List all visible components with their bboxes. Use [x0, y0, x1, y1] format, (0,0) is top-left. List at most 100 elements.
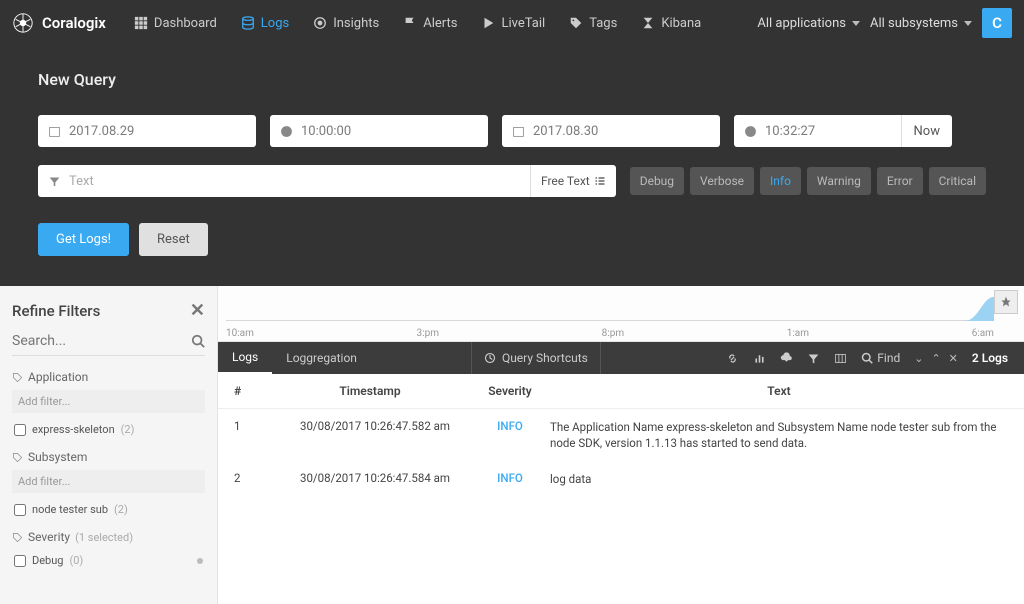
nav-dashboard[interactable]: Dashboard: [124, 10, 227, 37]
log-row[interactable]: 2 30/08/2017 10:26:47.584 am INFO log da…: [218, 461, 1024, 497]
query-title: New Query: [38, 70, 986, 89]
filter-checkbox[interactable]: [14, 504, 26, 516]
severity-filters: Debug Verbose Info Warning Error Critica…: [630, 167, 986, 195]
timeline-spike: [964, 297, 994, 321]
chevron-down-icon[interactable]: ⌄: [914, 352, 923, 365]
nav-insights[interactable]: Insights: [303, 10, 389, 37]
tag-icon: [12, 372, 23, 383]
nav-arrows[interactable]: ⌄ ⌃ ✕: [914, 352, 958, 365]
freetext-toggle[interactable]: Free Text: [530, 165, 616, 197]
stack-icon: [241, 16, 255, 30]
get-logs-button[interactable]: Get Logs!: [38, 223, 129, 256]
now-button[interactable]: Now: [901, 115, 952, 147]
section-subsystem[interactable]: Subsystem: [12, 450, 205, 464]
pin-button[interactable]: [994, 290, 1018, 314]
nav-kibana[interactable]: Kibana: [631, 10, 711, 37]
columns-tool[interactable]: [834, 352, 847, 365]
col-text: Text: [550, 384, 1008, 398]
clock-icon: [280, 125, 293, 138]
filter-icon: [48, 175, 61, 188]
user-avatar[interactable]: C: [982, 8, 1012, 38]
status-dot-icon: [197, 558, 203, 564]
time-end-input[interactable]: 10:32:27: [734, 115, 901, 147]
flag-icon: [403, 16, 417, 30]
filter-express-skeleton[interactable]: express-skeleton (2): [12, 419, 205, 440]
add-filter-subsystem[interactable]: Add filter...: [12, 470, 205, 493]
filter-debug[interactable]: Debug (0): [12, 550, 205, 571]
play-icon: [481, 16, 495, 30]
pin-icon: [1000, 296, 1012, 308]
cloud-download-icon: [780, 352, 793, 365]
tag-icon: [12, 532, 23, 543]
clock-icon: [744, 125, 757, 138]
sev-warning[interactable]: Warning: [807, 167, 871, 195]
caret-down-icon: [852, 21, 860, 26]
reset-button[interactable]: Reset: [139, 223, 208, 256]
apps-dropdown[interactable]: All applications: [757, 16, 860, 31]
grid-icon: [134, 16, 148, 30]
chart-tool[interactable]: [753, 352, 766, 365]
sev-critical[interactable]: Critical: [929, 167, 986, 195]
col-timestamp: Timestamp: [270, 384, 470, 398]
search-icon: [861, 352, 873, 364]
sidebar-search[interactable]: [12, 333, 205, 356]
sev-info[interactable]: Info: [760, 167, 801, 195]
chevron-up-icon[interactable]: ⌃: [931, 352, 940, 365]
time-start-input[interactable]: 10:00:00: [270, 115, 488, 147]
nav-alerts[interactable]: Alerts: [393, 10, 467, 37]
query-shortcuts-button[interactable]: Query Shortcuts: [471, 342, 601, 374]
caret-down-icon: [964, 21, 972, 26]
timeline-baseline: [226, 320, 994, 321]
timeline-ticks: 10:am 3:pm 8:pm 1:am 6:am: [226, 328, 994, 339]
col-index: #: [234, 384, 270, 398]
sev-error[interactable]: Error: [877, 167, 923, 195]
list-icon: [594, 175, 606, 187]
sidebar-search-input[interactable]: [12, 333, 162, 349]
sidebar-title: Refine Filters: [12, 302, 100, 320]
date-start-input[interactable]: 2017.08.29: [38, 115, 256, 147]
timeline[interactable]: 10:am 3:pm 8:pm 1:am 6:am: [218, 286, 1024, 342]
text-search-input[interactable]: Text: [38, 165, 530, 197]
calendar-icon: [48, 125, 61, 138]
brand[interactable]: Coralogix: [12, 12, 106, 34]
results-tabbar: Logs Loggregation Query Shortcuts Find ⌄: [218, 342, 1024, 374]
close-small-icon[interactable]: ✕: [949, 352, 958, 365]
log-row[interactable]: 1 30/08/2017 10:26:47.582 am INFO The Ap…: [218, 409, 1024, 461]
link-icon: [726, 352, 739, 365]
tab-logs[interactable]: Logs: [218, 342, 272, 374]
nav-links: Dashboard Logs Insights Alerts LiveTail …: [124, 10, 711, 37]
filter-checkbox[interactable]: [14, 555, 26, 567]
close-icon[interactable]: ✕: [190, 300, 205, 321]
section-application[interactable]: Application: [12, 370, 205, 384]
nav-tags[interactable]: Tags: [559, 10, 627, 37]
link-tool[interactable]: [726, 352, 739, 365]
filter-checkbox[interactable]: [14, 424, 26, 436]
date-end-input[interactable]: 2017.08.30: [502, 115, 720, 147]
top-navbar: Coralogix Dashboard Logs Insights Alerts…: [0, 0, 1024, 46]
tag-icon: [12, 452, 23, 463]
filter-tool[interactable]: [807, 352, 820, 365]
sev-verbose[interactable]: Verbose: [690, 167, 754, 195]
text-search-wrap: Text Free Text: [38, 165, 616, 197]
columns-icon: [834, 352, 847, 365]
main-panel: 10:am 3:pm 8:pm 1:am 6:am Logs Loggregat…: [218, 286, 1024, 604]
brand-logo-icon: [12, 12, 34, 34]
calendar-icon: [512, 125, 525, 138]
chart-icon: [753, 352, 766, 365]
sev-debug[interactable]: Debug: [630, 167, 684, 195]
query-panel: New Query 2017.08.29 10:00:00 2017.08.30…: [0, 46, 1024, 286]
nav-right: All applications All subsystems C: [757, 8, 1012, 38]
nav-logs[interactable]: Logs: [231, 10, 299, 37]
tab-loggregation[interactable]: Loggregation: [272, 342, 371, 374]
download-tool[interactable]: [780, 352, 793, 365]
add-filter-application[interactable]: Add filter...: [12, 390, 205, 413]
tag-icon: [569, 16, 583, 30]
section-severity[interactable]: Severity (1 selected): [12, 530, 205, 544]
subs-dropdown[interactable]: All subsystems: [870, 16, 972, 31]
logs-count: 2 Logs: [972, 351, 1008, 365]
target-icon: [313, 16, 327, 30]
search-icon: [191, 334, 205, 348]
find-tool[interactable]: Find: [861, 351, 900, 365]
filter-node-tester-sub[interactable]: node tester sub (2): [12, 499, 205, 520]
nav-livetail[interactable]: LiveTail: [471, 10, 555, 37]
